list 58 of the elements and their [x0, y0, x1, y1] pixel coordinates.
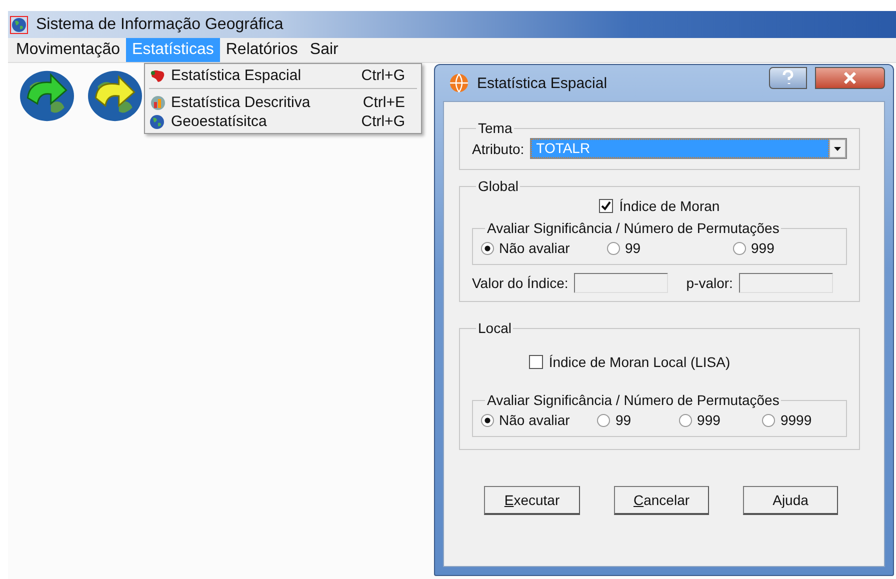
question-mark-icon [782, 70, 794, 86]
checkbox-label: Índice de Moran Local (LISA) [548, 354, 730, 370]
p-value-field[interactable] [738, 273, 833, 293]
shortcut-label: Ctrl+G [361, 113, 405, 130]
field-label: Atributo: [472, 140, 524, 156]
checkbox[interactable] [528, 355, 543, 369]
checkbox-label: Índice de Moran [619, 198, 720, 214]
radio-option[interactable]: Não avaliar [481, 240, 601, 256]
field-label: Valor do Índice: [472, 275, 568, 291]
group-legend: Tema [476, 120, 514, 136]
radio-button[interactable] [481, 242, 494, 254]
dialog-title: Estatística Espacial [477, 74, 608, 92]
radio-button[interactable] [762, 414, 776, 426]
group-legend: Avaliar Significância / Número de Permutações [485, 392, 782, 408]
menu-entry[interactable]: Estatística Espacial [171, 67, 362, 84]
radio-option[interactable]: Não avaliar [481, 412, 592, 428]
radio-button[interactable] [607, 242, 620, 254]
radio-button[interactable] [679, 414, 692, 426]
window-title: Sistema de Informação Geográfica [36, 16, 284, 34]
radio-label: 999 [697, 412, 720, 428]
radio-option[interactable]: 999 [679, 412, 756, 428]
menu-item[interactable]: Relatórios [220, 38, 304, 62]
radio-option[interactable]: 99 [597, 412, 674, 428]
field-label: p-valor: [686, 275, 733, 291]
shortcut-label: Ctrl+E [362, 94, 405, 111]
radio-button[interactable] [481, 414, 494, 426]
radio-label: 99 [615, 412, 632, 428]
dialog-button[interactable]: Executar [484, 486, 580, 515]
menu-item[interactable]: Sair [304, 38, 344, 62]
menu-entry[interactable]: Geoestatísitca [171, 113, 362, 130]
close-icon [843, 72, 857, 84]
radio-option[interactable]: 999 [733, 240, 833, 256]
dialog-button[interactable]: Ajuda [743, 486, 838, 515]
checkbox[interactable] [599, 199, 614, 213]
group-legend: Local [476, 320, 514, 336]
basketball-icon [449, 73, 469, 93]
radio-label: 999 [751, 240, 774, 256]
close-button[interactable] [815, 67, 885, 89]
radio-label: Não avaliar [499, 240, 570, 256]
radio-label: 9999 [780, 412, 812, 428]
group-legend: Global [476, 178, 520, 194]
radio-option[interactable]: 99 [607, 240, 727, 256]
radio-option[interactable]: 9999 [762, 412, 838, 428]
radio-label: Não avaliar [499, 412, 570, 428]
shortcut-label: Ctrl+G [361, 67, 405, 84]
map-icon [149, 68, 167, 84]
chart-icon [149, 94, 167, 110]
index-value-field[interactable] [574, 273, 668, 293]
app-icon [11, 16, 27, 32]
radio-button[interactable] [733, 242, 746, 254]
help-button[interactable] [769, 67, 807, 89]
radio-button[interactable] [597, 414, 610, 426]
globe-icon [149, 114, 165, 130]
radio-label: 99 [625, 240, 641, 256]
menu-entry[interactable]: Estatística Descritiva [171, 94, 363, 111]
dialog-button[interactable]: Cancelar [614, 486, 709, 515]
menu-item[interactable]: Movimentação [10, 38, 126, 62]
group-legend: Avaliar Significância / Número de Permutações [485, 220, 782, 236]
